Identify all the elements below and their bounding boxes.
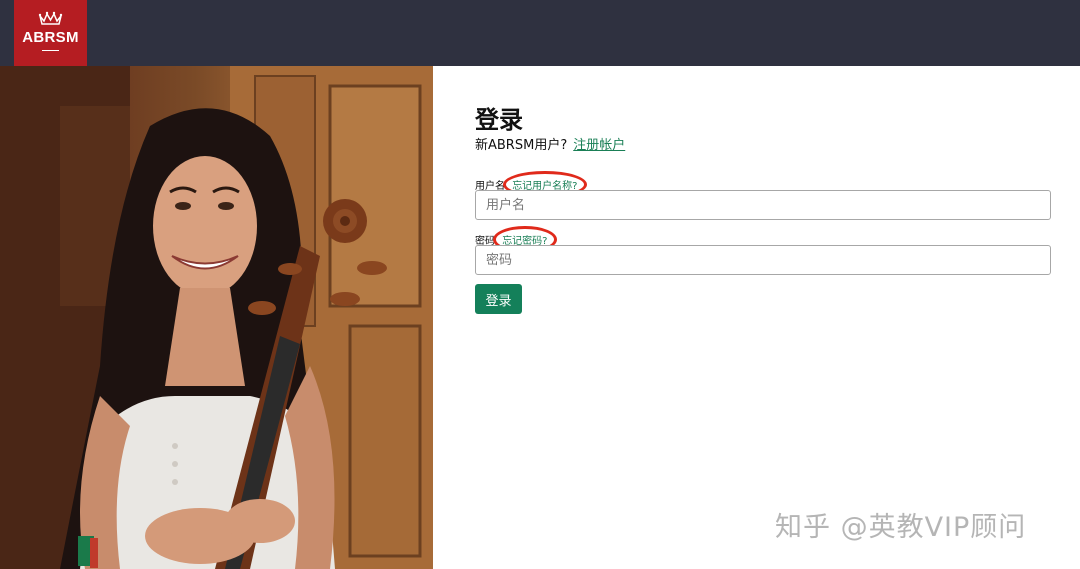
abrsm-logo[interactable]: ABRSM	[14, 0, 87, 66]
page-title: 登录	[475, 106, 523, 134]
username-input[interactable]	[476, 191, 1056, 219]
new-user-text: 新ABRSM用户?	[475, 138, 568, 153]
username-field[interactable]	[475, 190, 1056, 220]
new-user-line: 新ABRSM用户? 注册帐户	[475, 134, 625, 153]
password-input[interactable]	[476, 246, 1056, 274]
cellist-photo	[0, 66, 433, 569]
watermark: 知乎 @英教VIP顾问	[775, 512, 1027, 543]
crown-icon	[38, 11, 63, 25]
register-link[interactable]: 注册帐户	[573, 138, 625, 153]
login-button[interactable]: 登录	[475, 284, 522, 314]
logo-underline	[42, 50, 59, 51]
cellist-illustration	[0, 66, 433, 569]
top-header: ABRSM	[0, 0, 1080, 66]
password-field[interactable]	[475, 245, 1056, 275]
logo-wordmark: ABRSM	[22, 29, 79, 46]
